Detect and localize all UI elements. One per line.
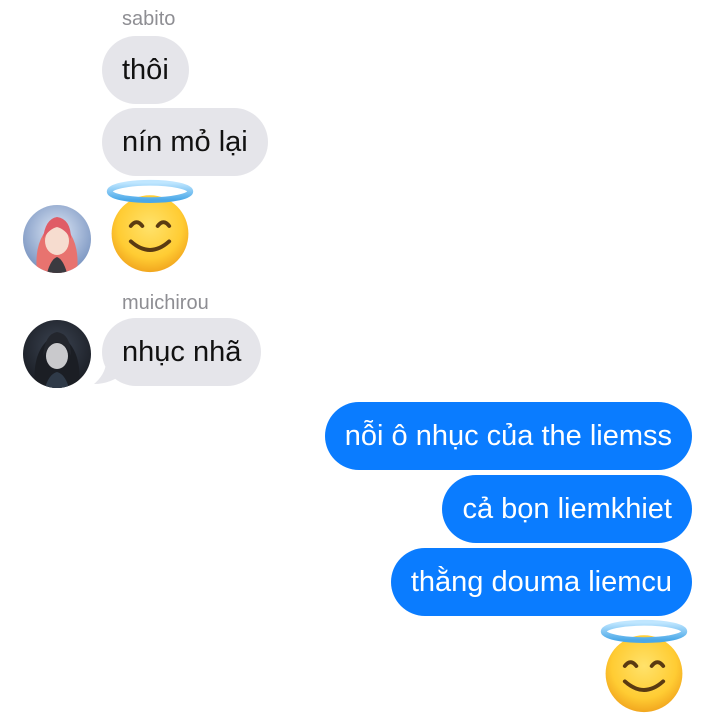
sender-name-sabito: sabito: [122, 8, 176, 30]
avatar-muichirou[interactable]: [23, 320, 91, 388]
dark-haired-character-avatar-icon: [23, 320, 91, 388]
outgoing-message-bubble[interactable]: thằng douma liemcu: [390, 548, 692, 616]
avatar-sabito[interactable]: [23, 205, 91, 273]
incoming-message-bubble[interactable]: thôi: [102, 36, 189, 104]
pink-haired-character-avatar-icon: [23, 205, 91, 273]
sender-name-muichirou: muichirou: [122, 292, 209, 314]
outgoing-message-bubble[interactable]: cả bọn liemkhiet: [442, 475, 692, 543]
incoming-message-bubble[interactable]: nhục nhã: [102, 318, 262, 386]
smiling-face-with-halo-icon[interactable]: [596, 618, 692, 714]
incoming-message-bubble[interactable]: nín mỏ lại: [102, 108, 268, 176]
smiling-face-with-halo-icon[interactable]: [102, 178, 198, 274]
outgoing-message-bubble[interactable]: nỗi ô nhục của the liemss: [324, 402, 692, 470]
